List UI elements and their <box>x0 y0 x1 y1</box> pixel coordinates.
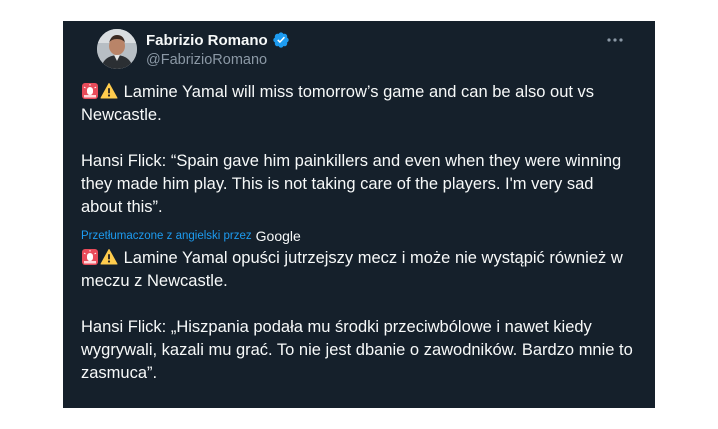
translated-quote: Hansi Flick: „Hiszpania podała mu środki… <box>81 318 633 382</box>
more-button[interactable] <box>605 33 625 47</box>
original-line1-text: Lamine Yamal will miss tomorrow’s game a… <box>81 83 595 124</box>
translation-notice: Przetłumaczone z angielski przez Google <box>81 225 637 247</box>
translated-line1-text: Lamine Yamal opuści jutrzejszy mecz i mo… <box>81 249 623 290</box>
author-row: Fabrizio Romano <box>146 31 290 49</box>
warning-icon <box>100 82 118 100</box>
original-line1: Lamine Yamal will miss tomorrow’s game a… <box>81 81 637 127</box>
author-handle[interactable]: @FabrizioRomano <box>146 52 267 68</box>
more-icon <box>607 38 623 42</box>
tweet-header: Fabrizio Romano @FabrizioRomano <box>81 21 637 81</box>
rotating-light-icon <box>81 248 99 266</box>
warning-icon <box>100 248 118 266</box>
tweet-card: Fabrizio Romano @FabrizioRomano Lamine Y… <box>63 21 655 408</box>
author-name[interactable]: Fabrizio Romano <box>146 32 268 49</box>
rotating-light-icon <box>81 82 99 100</box>
tweet-body: Lamine Yamal will miss tomorrow’s game a… <box>81 81 637 385</box>
original-quote: Hansi Flick: “Spain gave him painkillers… <box>81 152 622 216</box>
verified-badge-icon <box>272 31 290 49</box>
translation-notice-text[interactable]: Przetłumaczone z angielski przez <box>81 225 252 248</box>
avatar[interactable] <box>97 29 137 69</box>
translated-line1: Lamine Yamal opuści jutrzejszy mecz i mo… <box>81 247 637 293</box>
google-logo: Google <box>255 227 301 244</box>
